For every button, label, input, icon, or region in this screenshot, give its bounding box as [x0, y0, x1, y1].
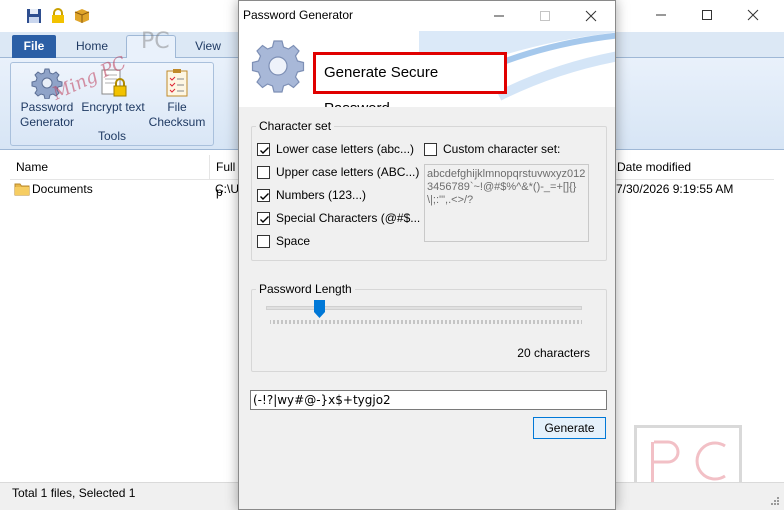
column-header-full-path[interactable]: Full p — [210, 155, 238, 199]
main-maximize-button[interactable] — [684, 0, 730, 30]
uppercase-label: Upper case letters (ABC...) — [276, 165, 420, 179]
tab-tools[interactable]: PC — [126, 31, 176, 59]
tab-file[interactable]: File — [12, 35, 56, 58]
special-characters-checkbox[interactable]: Special Characters (@#$... — [257, 210, 420, 226]
dialog-minimize-button[interactable] — [476, 1, 522, 31]
dialog-title: Password Generator — [243, 8, 354, 22]
encrypt-text-button[interactable]: Encrypt text — [81, 65, 145, 131]
character-set-legend: Character set — [259, 119, 332, 133]
folder-icon — [14, 180, 30, 198]
tab-tools-label: PC — [141, 29, 170, 54]
password-output-field[interactable]: (-!?|wy#@-}x$+tygjo2 — [250, 390, 607, 410]
checkbox-box[interactable] — [424, 142, 437, 156]
encrypt-text-label: Encrypt text — [81, 100, 145, 114]
length-value-label: 20 characters — [517, 346, 590, 360]
password-generator-label: Password Generator — [19, 100, 75, 129]
lowercase-label: Lower case letters (abc...) — [276, 142, 415, 156]
file-checksum-label: File Checksum — [148, 100, 206, 129]
encrypt-document-icon — [97, 67, 129, 99]
ribbon-group-tools: Password Generator Encrypt text File Che… — [10, 62, 214, 146]
dialog-titlebar: Password Generator — [239, 1, 615, 31]
checkbox-box[interactable] — [257, 165, 270, 179]
numbers-checkbox[interactable]: Numbers (123...) — [257, 187, 366, 203]
generate-button[interactable]: Generate — [533, 417, 606, 439]
custom-charset-checkbox[interactable]: Custom character set: — [424, 141, 560, 157]
checklist-icon — [161, 67, 193, 99]
package-icon[interactable] — [74, 8, 90, 24]
dialog-header: Generate Secure Password — [239, 31, 615, 107]
checkbox-box[interactable] — [257, 142, 270, 156]
row-name: Documents — [32, 182, 93, 196]
password-generator-button[interactable]: Password Generator — [15, 65, 79, 131]
length-slider-ticks — [270, 320, 582, 324]
main-minimize-button[interactable] — [638, 0, 684, 30]
custom-charset-label: Custom character set: — [443, 142, 561, 156]
tab-home[interactable]: Home — [60, 35, 124, 58]
checkbox-box[interactable] — [257, 234, 270, 248]
resize-grip-icon[interactable] — [770, 496, 780, 506]
column-header-date-modified[interactable]: Date modified — [610, 155, 774, 180]
password-length-legend: Password Length — [259, 282, 352, 296]
save-icon[interactable] — [26, 8, 42, 24]
special-characters-label: Special Characters (@#$... — [276, 211, 421, 225]
dialog-close-button[interactable] — [568, 1, 614, 31]
numbers-label: Numbers (123...) — [276, 188, 367, 202]
main-close-button[interactable] — [730, 0, 776, 30]
length-slider-thumb[interactable] — [314, 300, 326, 318]
checkbox-box[interactable] — [257, 188, 270, 202]
ribbon-group-label: Tools — [97, 129, 126, 143]
gear-icon — [31, 67, 63, 100]
tab-view[interactable]: View — [180, 35, 236, 58]
custom-charset-textarea: abcdefghijklmnopqrstuvwxyz0123456789`~!@… — [424, 164, 589, 242]
dialog-maximize-button — [522, 1, 568, 31]
row-modified: 7/30/2026 9:19:55 AM — [616, 182, 734, 196]
uppercase-checkbox[interactable]: Upper case letters (ABC...) — [257, 164, 419, 180]
file-checksum-button[interactable]: File Checksum — [145, 65, 209, 131]
gear-icon — [251, 39, 305, 93]
row-path: C:\U — [215, 182, 239, 196]
status-text: Total 1 files, Selected 1 — [12, 486, 136, 500]
lowercase-checkbox[interactable]: Lower case letters (abc...) — [257, 141, 414, 157]
column-header-name[interactable]: Name — [10, 155, 210, 180]
lock-icon[interactable] — [50, 8, 66, 24]
header-title: Generate Secure Password — [313, 52, 507, 107]
checkbox-box[interactable] — [257, 211, 270, 225]
space-label: Space — [276, 234, 311, 248]
space-checkbox[interactable]: Space — [257, 233, 310, 249]
